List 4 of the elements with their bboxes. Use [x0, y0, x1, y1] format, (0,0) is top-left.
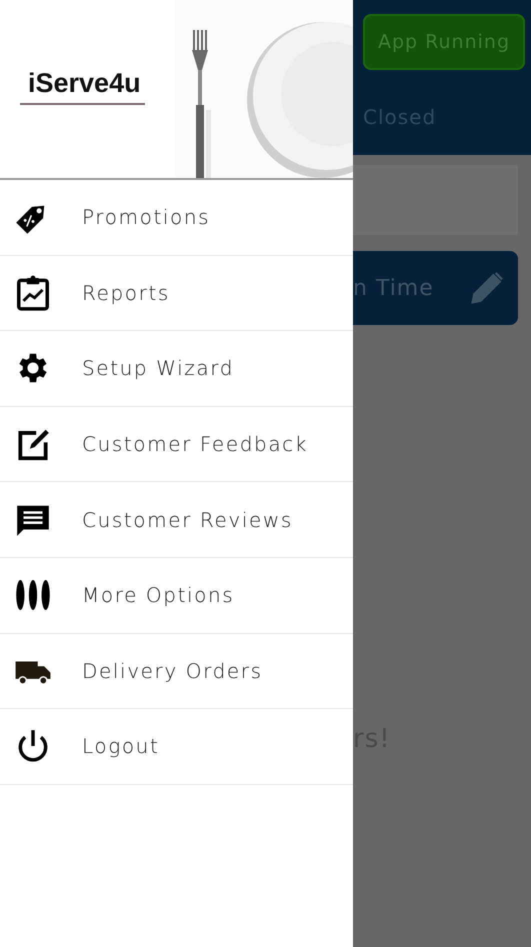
logo: iServe4u	[20, 70, 145, 105]
menu-item[interactable]: Reports	[0, 256, 353, 332]
menu-item[interactable]: Delivery Orders	[0, 634, 353, 710]
clipboard-chart-icon	[14, 274, 52, 312]
